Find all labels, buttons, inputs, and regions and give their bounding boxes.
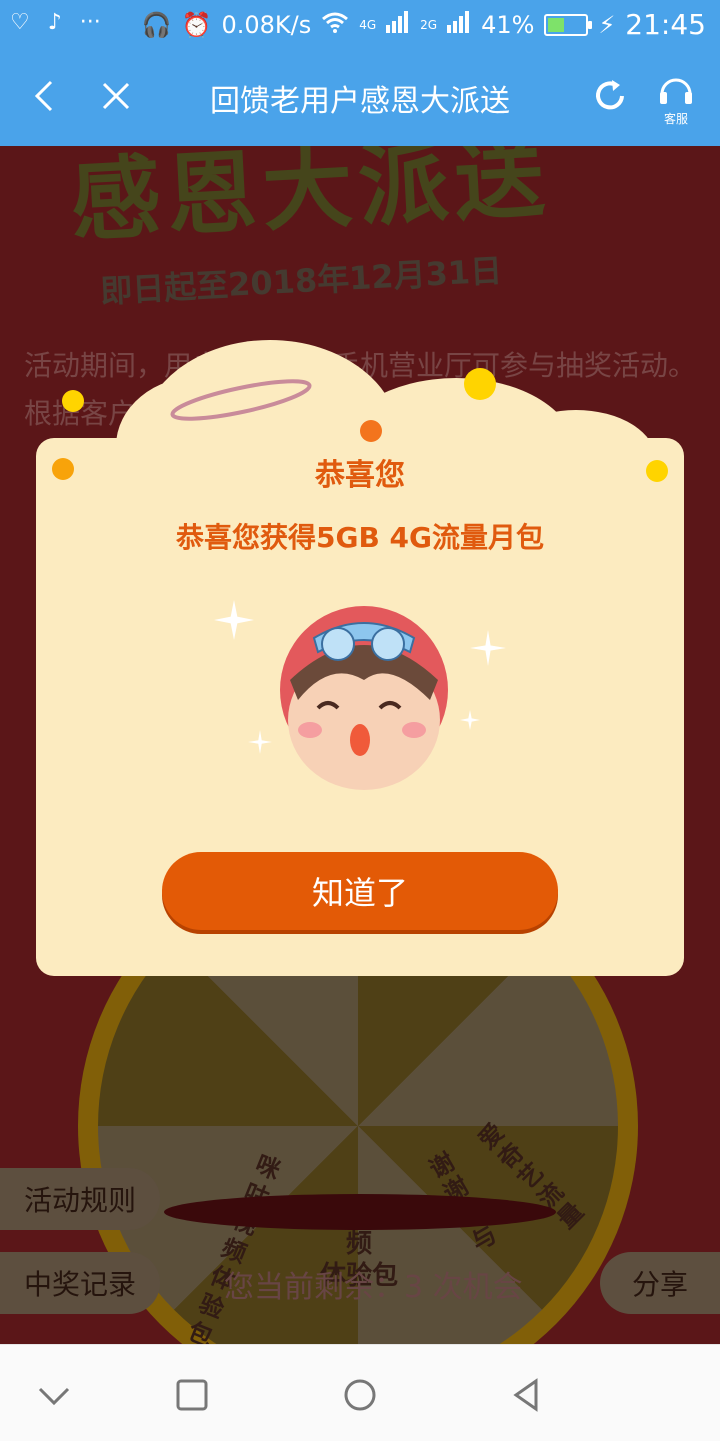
- signal-icon-1: [386, 10, 410, 39]
- alarm-icon: ⏰: [181, 10, 212, 39]
- status-bar: ♡ ♪ ··· 🎧 ⏰ 0.08K/s 4G 2G 41% ⚡ 21:45: [0, 0, 720, 48]
- wifi-icon: [321, 11, 349, 39]
- refresh-icon[interactable]: [584, 70, 636, 122]
- mascot-icon: [214, 600, 506, 790]
- headphones-icon: 🎧: [141, 10, 172, 39]
- network-speed: 0.08K/s: [221, 10, 312, 39]
- prize-dialog: 恭喜您 恭喜您获得5GB 4G流量月包 知道了: [36, 340, 684, 976]
- music-icon: ♪: [47, 10, 62, 35]
- signal-icon-2: [447, 10, 471, 39]
- home-icon[interactable]: [340, 1375, 380, 1415]
- system-navbar: [0, 1344, 720, 1441]
- clock: 21:45: [625, 8, 706, 41]
- ok-button[interactable]: 知道了: [162, 852, 558, 930]
- chevron-down-icon[interactable]: [34, 1375, 74, 1415]
- recents-icon[interactable]: [172, 1375, 212, 1415]
- prize-text: 恭喜您获得5GB 4G流量月包: [175, 521, 545, 554]
- back-triangle-icon[interactable]: [506, 1375, 546, 1415]
- service-label: 客服: [663, 112, 688, 126]
- heart-icon: ♡: [10, 10, 30, 35]
- decor-dot: [464, 368, 496, 400]
- app-header: 回馈老用户感恩大派送 客服: [0, 48, 720, 146]
- ring-decor-icon: [170, 379, 312, 421]
- battery-icon: [544, 13, 593, 36]
- dialog-title: 恭喜您: [315, 458, 405, 493]
- battery-percent: 41%: [481, 10, 535, 39]
- net-type-1: 4G: [359, 17, 377, 32]
- charging-icon: ⚡: [598, 10, 616, 39]
- decor-dot: [62, 390, 84, 412]
- more-icon: ···: [79, 10, 101, 35]
- decor-dot: [360, 420, 382, 442]
- net-type-2: 2G: [420, 17, 438, 32]
